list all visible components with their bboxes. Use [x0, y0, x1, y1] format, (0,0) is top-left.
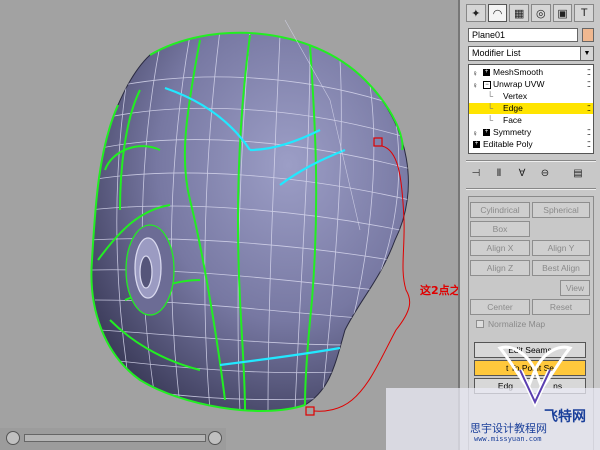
cylindrical-button[interactable]: Cylindrical — [470, 202, 530, 218]
tree-line-icon: └ — [487, 115, 494, 125]
expand-plus-icon[interactable]: + — [483, 129, 490, 136]
hierarchy-icon: ▦ — [513, 7, 525, 20]
collapse-minus-icon[interactable]: − — [483, 81, 491, 89]
stack-item-editable-poly[interactable]: + Editable Poly ⁚⁚ — [469, 139, 593, 150]
reset-button[interactable]: Reset — [532, 299, 590, 315]
divider — [466, 188, 596, 190]
watermark-brand: 飞特网 — [544, 409, 586, 425]
stack-item-label: Unwrap UVW — [493, 79, 545, 89]
modifier-stack[interactable]: ♀ + MeshSmooth ⁚⁚ ♀ − Unwrap UVW ⁚⁚ └ Ve… — [468, 64, 594, 154]
stack-item-label: Vertex — [503, 91, 528, 101]
tree-line-icon: └ — [487, 103, 494, 113]
params-dots-icon: ⁚⁚ — [586, 104, 591, 113]
time-next-icon[interactable] — [208, 431, 222, 445]
stack-toolbar: ⊣ Ⅱ ∀ ⊖ ▤ — [468, 166, 596, 182]
tree-line-icon: └ — [487, 91, 494, 101]
time-prev-icon[interactable] — [6, 431, 20, 445]
align-z-button[interactable]: Align Z — [470, 260, 530, 276]
divider — [466, 160, 596, 162]
display-tab-icon[interactable]: ▣ — [552, 4, 573, 22]
create-tab-icon[interactable]: ✦ — [466, 4, 486, 22]
hierarchy-tab-icon[interactable]: ▦ — [509, 4, 530, 22]
head-mesh-render — [90, 19, 411, 416]
time-slider-track[interactable] — [24, 434, 206, 442]
lightbulb-icon[interactable]: ♀ — [472, 128, 478, 139]
object-name-field[interactable]: Plane01 — [468, 28, 578, 42]
configure-sets-icon[interactable]: ▤ — [570, 166, 586, 180]
align-y-button[interactable]: Align Y — [532, 240, 590, 256]
stack-item-label: Face — [503, 115, 522, 125]
make-unique-icon[interactable]: ∀ — [514, 166, 530, 180]
params-dots-icon: ⁚⁚ — [586, 140, 591, 149]
utilities-icon: T — [580, 7, 588, 19]
params-dots-icon: ⁚⁚ — [586, 128, 591, 137]
expand-plus-icon[interactable]: + — [483, 69, 490, 76]
modifier-list-label: Modifier List — [472, 48, 521, 58]
remove-modifier-icon[interactable]: ⊖ — [537, 166, 553, 180]
ear — [125, 224, 175, 316]
stack-item-symmetry[interactable]: ♀ + Symmetry ⁚⁚ — [469, 127, 593, 138]
spherical-button[interactable]: Spherical — [532, 202, 590, 218]
stack-item-unwrap-uvw[interactable]: ♀ − Unwrap UVW ⁚⁚ — [469, 79, 593, 90]
motion-tab-icon[interactable]: ◎ — [531, 4, 551, 22]
normalize-map-checkbox[interactable] — [476, 320, 484, 328]
stack-item-label: MeshSmooth — [493, 67, 544, 77]
time-slider[interactable] — [0, 428, 226, 450]
lightbulb-icon[interactable]: ♀ — [472, 68, 478, 79]
display-icon: ▣ — [557, 7, 568, 20]
object-color-swatch[interactable] — [582, 28, 594, 42]
stack-subitem-vertex[interactable]: └ Vertex — [469, 91, 593, 102]
normalize-map-label: Normalize Map — [488, 319, 546, 329]
center-button[interactable]: Center — [470, 299, 530, 315]
pin-stack-icon[interactable]: ⊣ — [468, 166, 484, 180]
view-align-button[interactable]: View — [560, 280, 590, 296]
lightbulb-icon[interactable]: ♀ — [472, 80, 478, 91]
params-dots-icon: ⁚⁚ — [586, 68, 591, 77]
motion-icon: ◎ — [536, 7, 546, 20]
stack-item-label: Edge — [503, 103, 523, 113]
box-button[interactable]: Box — [470, 221, 530, 237]
params-dots-icon: ⁚⁚ — [586, 80, 591, 89]
create-icon: ✦ — [471, 7, 481, 20]
stack-subitem-edge[interactable]: └ Edge ⁚⁚ — [469, 103, 593, 114]
command-panel-tabs: ✦ ◠ ▦ ◎ ▣ T — [466, 4, 595, 24]
watermark-line3: www.missyuan.com — [474, 435, 542, 443]
stack-subitem-face[interactable]: └ Face — [469, 115, 593, 126]
modify-tab-icon[interactable]: ◠ — [487, 4, 508, 22]
best-align-button[interactable]: Best Align — [532, 260, 590, 276]
watermark-line2: 思宇设计教程网 — [470, 422, 547, 435]
expand-plus-icon[interactable]: + — [473, 141, 480, 148]
chevron-down-icon: ▼ — [580, 47, 593, 60]
show-end-result-icon[interactable]: Ⅱ — [491, 166, 507, 180]
modifier-list-dropdown[interactable]: Modifier List ▼ — [468, 46, 594, 61]
stack-item-label: Editable Poly — [483, 139, 533, 149]
stack-item-meshsmooth[interactable]: ♀ + MeshSmooth ⁚⁚ — [469, 67, 593, 78]
perspective-viewport[interactable]: 这2点之间有一条开模线 — [0, 0, 458, 450]
modify-icon: ◠ — [492, 7, 503, 20]
stack-item-label: Symmetry — [493, 127, 532, 137]
align-x-button[interactable]: Align X — [470, 240, 530, 256]
annotation-label: 这2点之间有一条开模线 — [420, 284, 458, 297]
utilities-tab-icon[interactable]: T — [574, 4, 595, 22]
head-body — [90, 32, 409, 412]
